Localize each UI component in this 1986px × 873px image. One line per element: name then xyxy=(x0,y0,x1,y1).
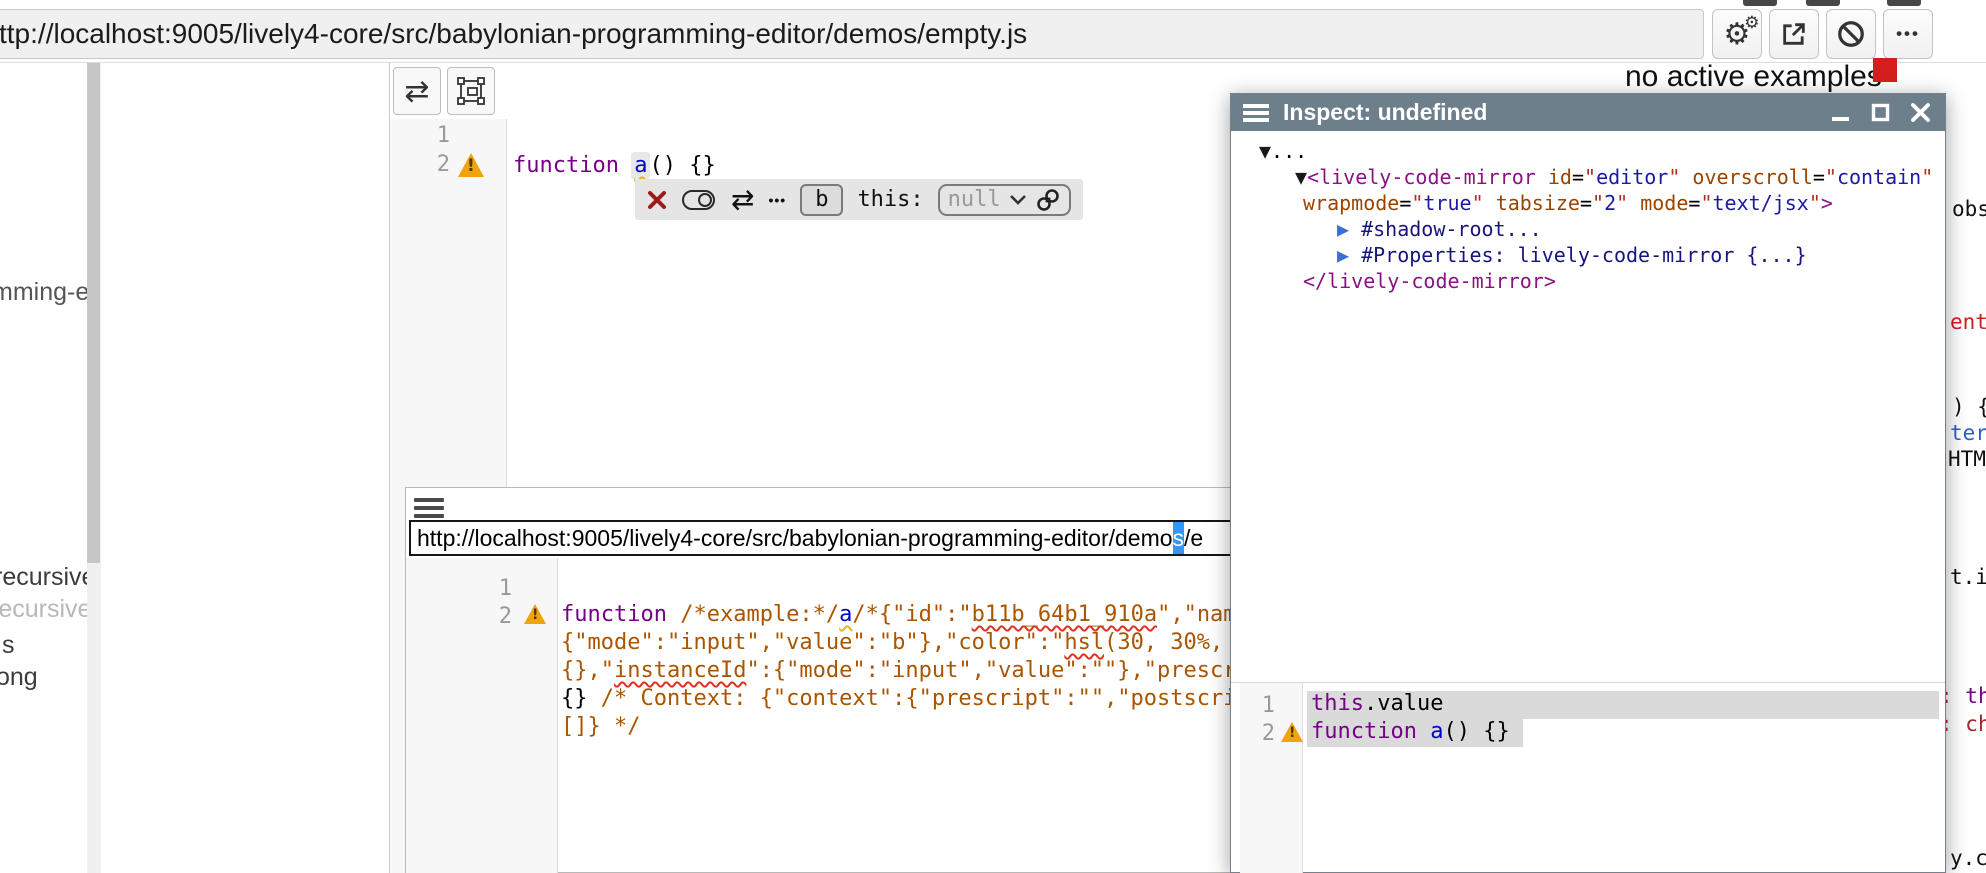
block-button[interactable] xyxy=(1826,9,1876,59)
external-link-icon xyxy=(1780,20,1808,48)
warning-icon xyxy=(458,153,484,177)
file-list-item[interactable]: s xyxy=(2,631,15,660)
gears-icon: ⚙ ⚙ xyxy=(1724,17,1751,52)
clipped-code-fragment: obs xyxy=(1952,197,1986,221)
code-line: []} */ xyxy=(561,713,1293,741)
close-icon[interactable] xyxy=(647,190,667,210)
line-number: 1 xyxy=(1249,693,1275,718)
clipped-code-fragment: ) { xyxy=(1952,395,1986,419)
ban-icon xyxy=(1836,19,1866,49)
url-text: http://localhost:9005/lively4-core/src/b… xyxy=(417,522,1173,554)
code-editor[interactable]: function /*example:*/a/*{"id":"b11b_64b1… xyxy=(561,601,1293,741)
dom-tree-row[interactable]: wrapmode="true" tabsize="2" mode="text/j… xyxy=(1303,190,1833,216)
code-line[interactable]: function a() {} xyxy=(513,151,716,181)
file-list-item[interactable]: recursive xyxy=(0,563,95,592)
file-list-item[interactable]: ong xyxy=(0,663,38,692)
ellipsis-icon: ••• xyxy=(1896,24,1920,44)
line-number: 2 xyxy=(1249,721,1275,746)
window-control-stub-icon xyxy=(1743,0,1777,6)
eval-code-line[interactable]: function a() {} xyxy=(1311,718,1510,746)
inspector-titlebar[interactable]: Inspect: undefined xyxy=(1231,94,1945,131)
swap-view-button[interactable]: ⇄ xyxy=(393,67,441,115)
settings-button[interactable]: ⚙ ⚙ xyxy=(1712,9,1762,59)
line-number: 2 xyxy=(486,604,512,629)
minimize-icon xyxy=(1832,117,1849,121)
maximize-icon xyxy=(1871,103,1890,122)
dom-tree-row[interactable]: ▼... xyxy=(1259,138,1307,164)
line-number: 1 xyxy=(486,576,512,601)
example-status-marker xyxy=(1873,58,1897,82)
close-button[interactable] xyxy=(1907,102,1933,124)
line-number: 1 xyxy=(424,123,450,148)
file-list-item[interactable]: mming-e xyxy=(0,278,89,307)
minimize-button[interactable] xyxy=(1827,102,1853,124)
file-list-item[interactable]: recursive xyxy=(0,595,91,624)
more-options-button[interactable]: ••• xyxy=(1883,9,1933,59)
inspector-window: Inspect: undefined ▼... ▼<lively-code-mi… xyxy=(1230,93,1946,873)
frame-select-button[interactable] xyxy=(447,67,495,115)
swap-arrows-icon[interactable]: ⇄ xyxy=(731,183,754,216)
window-menu-icon[interactable] xyxy=(414,494,444,522)
address-bar-input[interactable]: ttp://localhost:9005/lively4-core/src/ba… xyxy=(0,9,1704,59)
scrollbar-thumb[interactable] xyxy=(87,63,100,563)
url-text: /e xyxy=(1184,522,1203,554)
link-icon[interactable] xyxy=(1035,187,1061,213)
dom-tree-row[interactable]: ▶ #Properties: lively-code-mirror {...} xyxy=(1337,242,1807,268)
line-number: 2 xyxy=(424,152,450,177)
babylonian-demo-window: http://localhost:9005/lively4-core/src/b… xyxy=(405,487,1290,873)
code-line: {},"instanceId":{"mode":"input","value":… xyxy=(561,657,1293,685)
chevron-down-icon xyxy=(1009,193,1027,206)
open-external-button[interactable] xyxy=(1769,9,1819,59)
no-active-examples-label: no active examples xyxy=(1625,60,1882,94)
window-control-stub-icon xyxy=(1806,0,1840,6)
clipped-code-fragment: ter xyxy=(1950,421,1986,445)
dom-tree-row[interactable]: </lively-code-mirror> xyxy=(1303,268,1556,294)
clipped-code-fragment: y.c xyxy=(1950,846,1986,870)
window-control-stub-icon xyxy=(1887,0,1921,6)
example-b-button[interactable]: b xyxy=(800,184,843,216)
code-line: function /*example:*/a/*{"id":"b11b_64b1… xyxy=(561,601,1293,629)
toggle-icon[interactable] xyxy=(681,187,717,213)
dom-tree-row[interactable]: ▼<lively-code-mirror id="editor" overscr… xyxy=(1295,164,1933,190)
dom-tree-row[interactable]: ▶ #shadow-root... xyxy=(1337,216,1542,242)
warning-icon xyxy=(1281,722,1303,742)
window-menu-icon[interactable] xyxy=(1243,101,1269,125)
more-icon[interactable]: ••• xyxy=(768,192,786,208)
this-value-dropdown[interactable]: null xyxy=(938,184,1071,216)
eval-separator xyxy=(1231,682,1945,683)
clipped-code-fragment: HTM xyxy=(1948,447,1986,471)
frame-select-icon xyxy=(457,77,485,105)
url-selected-text: s xyxy=(1173,522,1185,554)
code-line: {"mode":"input","value":"b"},"color":"hs… xyxy=(561,629,1293,657)
pane-divider xyxy=(100,63,101,873)
this-label: this: xyxy=(857,187,923,212)
window-title: Inspect: undefined xyxy=(1283,99,1813,126)
clipped-code-fragment: t.i xyxy=(1950,565,1986,589)
probe-widget-toolbar: ⇄ ••• b this: null xyxy=(635,179,1083,220)
eval-code-line[interactable]: this.value xyxy=(1311,690,1443,718)
swap-arrows-icon: ⇄ xyxy=(404,74,429,109)
close-icon xyxy=(1911,103,1930,122)
clipped-code-fragment: : ch xyxy=(1940,712,1986,736)
maximize-button[interactable] xyxy=(1867,102,1893,124)
code-line: {} /* Context: {"context":{"prescript":"… xyxy=(561,685,1293,713)
warning-icon xyxy=(524,604,546,624)
clipped-code-fragment: ent xyxy=(1950,310,1986,334)
clipped-code-fragment: : th xyxy=(1940,684,1986,708)
url-input[interactable]: http://localhost:9005/lively4-core/src/b… xyxy=(409,520,1289,556)
scrollbar-track[interactable] xyxy=(87,63,100,873)
dropdown-value: null xyxy=(948,187,1001,213)
